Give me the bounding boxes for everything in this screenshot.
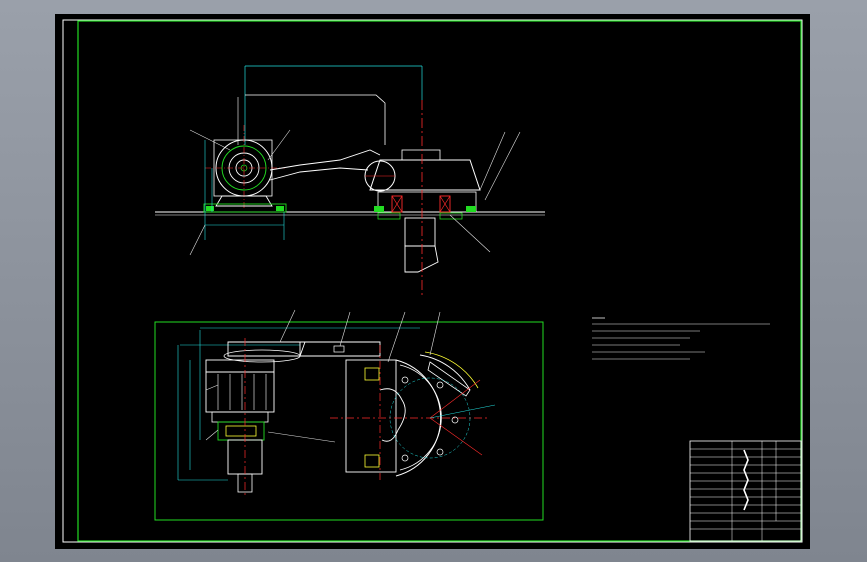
- technical-notes: [592, 317, 770, 360]
- sheet-inner-border: [77, 20, 802, 542]
- sheet-outer-border: [62, 19, 803, 543]
- top-view[interactable]: [155, 65, 545, 298]
- title-block[interactable]: [689, 440, 802, 542]
- cad-drawing: [62, 19, 803, 543]
- front-view[interactable]: [154, 309, 544, 521]
